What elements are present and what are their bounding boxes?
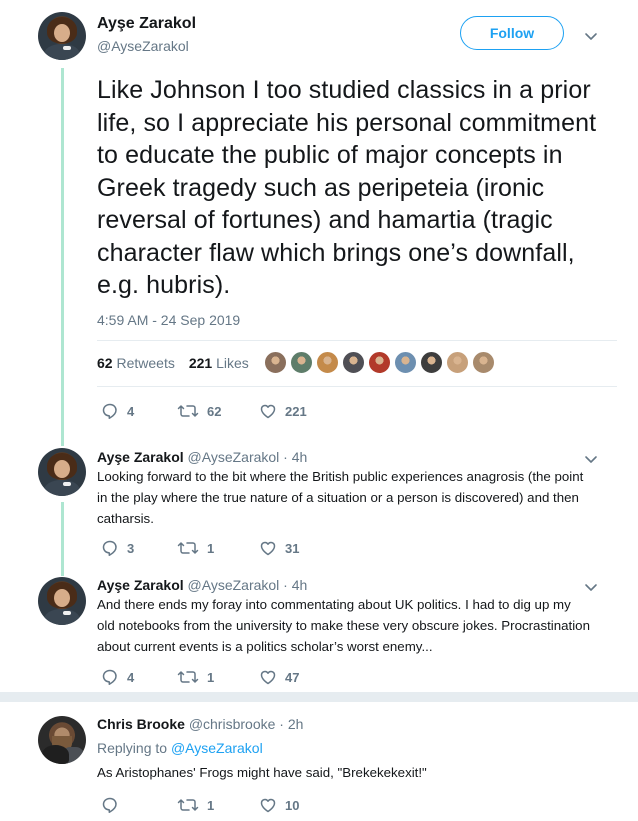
like-count: 47 [285,669,300,685]
retweet-count: 62 [207,403,222,419]
reply-author-handle[interactable]: @chrisbrooke · 2h [189,716,304,732]
chevron-down-icon[interactable] [584,452,598,466]
like-count: 221 [285,403,307,419]
divider [97,340,617,341]
replying-to-link[interactable]: @AyseZarakol [171,740,263,756]
like-button[interactable]: 221 [259,402,307,420]
replying-prefix: Replying to [97,740,168,756]
reply-button[interactable]: 4 [101,668,177,686]
like-button[interactable]: 10 [259,796,299,814]
reply-header: Ayşe Zarakol @AyseZarakol · 4h [97,577,307,593]
avatar-face [53,23,71,42]
reply-actions: 4 1 47 [101,668,299,686]
retweet-count: 1 [207,669,215,685]
reply-author-handle[interactable]: @AyseZarakol · 4h [188,577,308,593]
author-handle[interactable]: @AyseZarakol [97,38,189,54]
retweets-stat[interactable]: 62 Retweets [97,355,175,371]
liker-avatar[interactable] [368,351,391,374]
tweet-actions: 4 62 221 [101,402,307,420]
retweet-count: 1 [207,540,215,556]
reply-author-name[interactable]: Chris Brooke [97,716,185,732]
avatar-body [43,43,81,60]
retweet-icon [177,542,199,554]
reply-text: And there ends my foray into commentatin… [97,597,590,654]
retweet-icon [177,671,199,683]
liker-avatar[interactable] [290,351,313,374]
avatar-body [43,608,81,625]
reply-icon [102,540,117,556]
retweet-button[interactable]: 1 [177,539,259,557]
reply-actions: 1 10 [101,796,299,814]
reply-button[interactable]: 4 [101,402,177,420]
heart-icon [260,670,276,685]
reply-author-name[interactable]: Ayşe Zarakol [97,449,184,465]
tweet-stats: 62 Retweets 221 Likes [97,355,249,371]
reply-header: Chris Brooke @chrisbrooke · 2h [97,716,303,732]
tweet-text: Like Johnson I too studied classics in a… [97,76,597,299]
reply-header: Ayşe Zarakol @AyseZarakol · 4h [97,449,307,465]
author-name[interactable]: Ayşe Zarakol [97,15,196,33]
reply-author-handle[interactable]: @AyseZarakol · 4h [188,449,308,465]
avatar-badge [62,481,71,487]
follow-button[interactable]: Follow [460,16,564,50]
avatar-cat [41,744,69,764]
retweet-button[interactable]: 1 [177,796,259,814]
divider [97,386,617,387]
reply-avatar[interactable] [38,716,86,764]
like-button[interactable]: 31 [259,539,299,557]
avatar-badge [62,45,71,51]
like-count: 10 [285,797,300,813]
avatar-face [53,459,71,478]
avatar-badge [62,610,71,616]
retweet-button[interactable]: 1 [177,668,259,686]
author-avatar[interactable] [38,12,86,60]
liker-avatar[interactable] [394,351,417,374]
reply-avatar[interactable] [38,448,86,496]
reply-avatar[interactable] [38,577,86,625]
liker-avatar[interactable] [446,351,469,374]
liker-avatar[interactable] [420,351,443,374]
reply-text: As Aristophanes' Frogs might have said, … [97,765,427,780]
liker-avatar[interactable] [472,351,495,374]
reply-button[interactable] [101,796,177,814]
reply-icon [102,797,117,813]
heart-icon [260,541,276,556]
chevron-down-icon[interactable] [584,29,598,43]
like-button[interactable]: 47 [259,668,299,686]
retweet-icon [177,405,199,417]
section-separator [0,692,638,702]
retweet-icon [177,799,199,811]
reply-actions: 3 1 31 [101,539,299,557]
retweet-count: 1 [207,797,215,813]
heart-icon [260,798,276,813]
reply-count: 4 [127,669,135,685]
liker-avatar[interactable] [264,351,287,374]
liker-avatar[interactable] [316,351,339,374]
chevron-down-icon[interactable] [584,580,598,594]
tweet-timestamp[interactable]: 4:59 AM - 24 Sep 2019 [97,312,240,328]
reply-author-name[interactable]: Ayşe Zarakol [97,577,184,593]
liker-avatar[interactable] [342,351,365,374]
like-count: 31 [285,540,300,556]
likes-stat[interactable]: 221 Likes [189,355,249,371]
retweet-button[interactable]: 62 [177,402,259,420]
reply-icon [102,403,117,419]
replying-to: Replying to @AyseZarakol [97,740,263,756]
reply-icon [102,669,117,685]
reply-button[interactable]: 3 [101,539,177,557]
heart-icon [260,404,276,419]
avatar-face [53,588,71,607]
reply-text: Looking forward to the bit where the Bri… [97,469,584,526]
reply-count: 3 [127,540,135,556]
thread-line [61,68,64,446]
thread-line [61,502,64,576]
reply-count: 4 [127,403,135,419]
liker-avatars [264,351,495,374]
avatar-body [43,479,81,496]
